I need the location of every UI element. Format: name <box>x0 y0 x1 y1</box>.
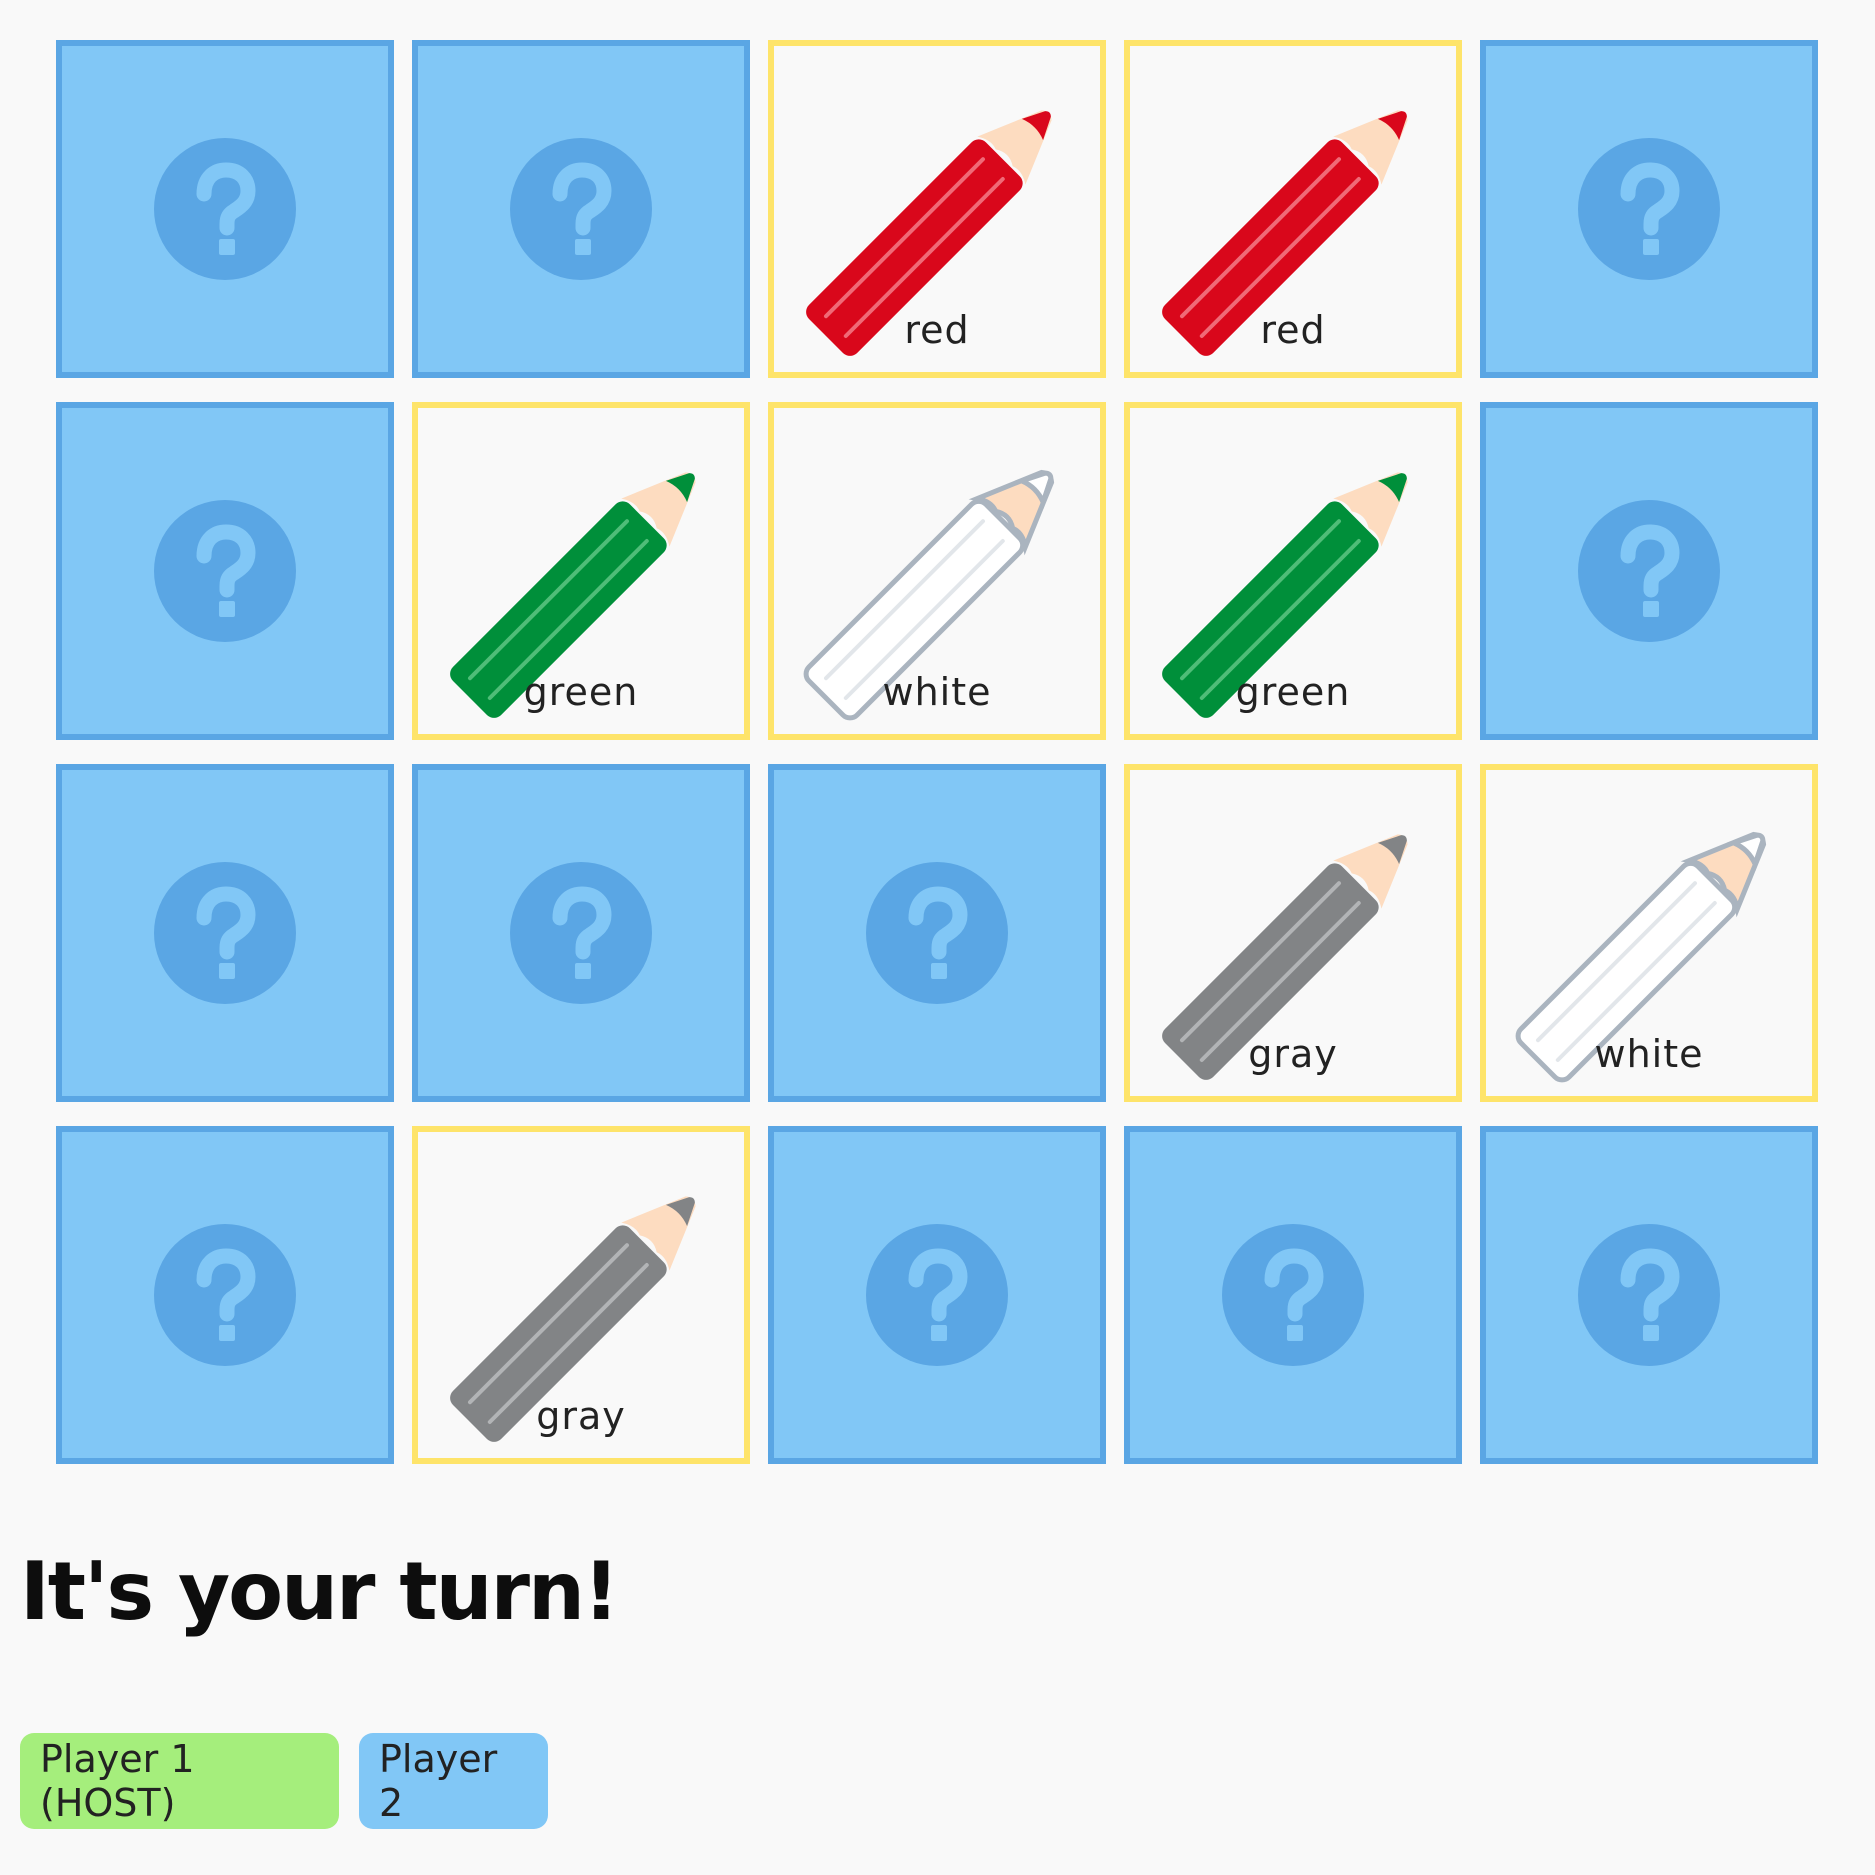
card-hidden[interactable] <box>56 1126 394 1464</box>
card-label: gray <box>536 1394 626 1438</box>
question-mark-icon <box>866 862 1008 1004</box>
card-hidden[interactable] <box>56 764 394 1102</box>
card-hidden[interactable] <box>56 402 394 740</box>
player-badge-2: Player 2 <box>359 1733 548 1829</box>
card-label: red <box>904 308 970 352</box>
card-hidden[interactable] <box>56 40 394 378</box>
question-mark-icon <box>154 1224 296 1366</box>
question-mark-icon <box>510 138 652 280</box>
question-mark-icon <box>1578 1224 1720 1366</box>
card-revealed: green <box>1124 402 1462 740</box>
card-hidden[interactable] <box>1480 402 1818 740</box>
card-label: green <box>1235 670 1351 714</box>
card-revealed: gray <box>412 1126 750 1464</box>
card-revealed: green <box>412 402 750 740</box>
card-label: white <box>882 670 992 714</box>
question-mark-icon <box>154 138 296 280</box>
card-hidden[interactable] <box>1124 1126 1462 1464</box>
card-revealed: white <box>768 402 1106 740</box>
card-label: red <box>1260 308 1326 352</box>
card-label: gray <box>1248 1032 1338 1076</box>
card-revealed: gray <box>1124 764 1462 1102</box>
card-revealed: red <box>1124 40 1462 378</box>
question-mark-icon <box>510 862 652 1004</box>
question-mark-icon <box>1578 500 1720 642</box>
player-list: Player 1 (HOST) Player 2 <box>20 1733 548 1829</box>
player-badge-1: Player 1 (HOST) <box>20 1733 339 1829</box>
card-revealed: white <box>1480 764 1818 1102</box>
card-hidden[interactable] <box>768 764 1106 1102</box>
turn-message: It's your turn! <box>20 1545 619 1638</box>
card-revealed: red <box>768 40 1106 378</box>
game-board: red red green white green gray white gray <box>56 40 1820 1464</box>
question-mark-icon <box>866 1224 1008 1366</box>
question-mark-icon <box>1578 138 1720 280</box>
question-mark-icon <box>154 500 296 642</box>
card-label: white <box>1594 1032 1704 1076</box>
card-label: green <box>523 670 639 714</box>
question-mark-icon <box>1222 1224 1364 1366</box>
question-mark-icon <box>154 862 296 1004</box>
card-hidden[interactable] <box>412 764 750 1102</box>
card-hidden[interactable] <box>1480 1126 1818 1464</box>
card-hidden[interactable] <box>768 1126 1106 1464</box>
card-hidden[interactable] <box>1480 40 1818 378</box>
card-hidden[interactable] <box>412 40 750 378</box>
